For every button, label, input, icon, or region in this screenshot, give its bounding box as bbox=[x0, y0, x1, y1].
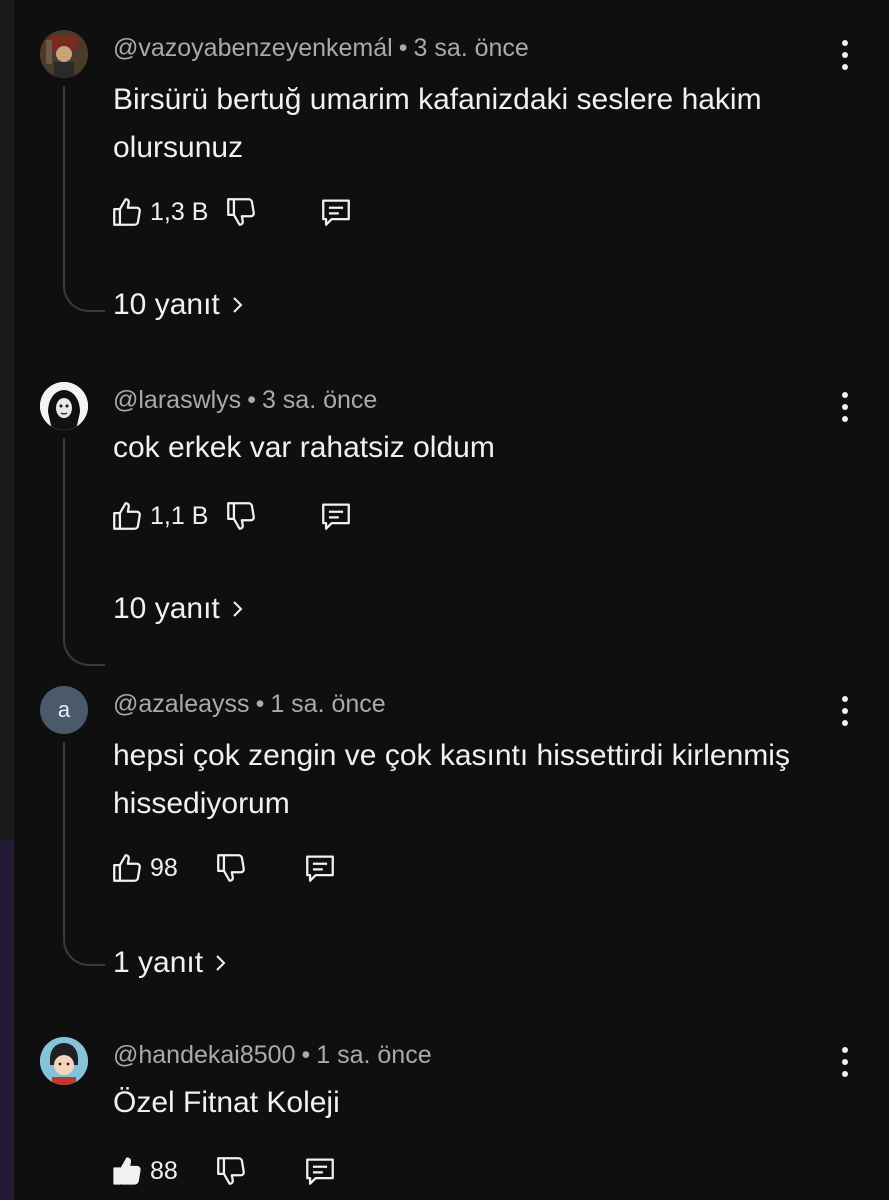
comment-meta: @azaleayss • 1 sa. önce bbox=[113, 690, 386, 719]
thumbs-up-filled-icon bbox=[113, 1157, 141, 1185]
comment-text: Özel Fitnat Koleji bbox=[113, 1086, 340, 1119]
sketch-avatar[interactable] bbox=[40, 382, 88, 430]
letter-avatar[interactable]: a bbox=[40, 686, 88, 734]
comment-time[interactable]: 1 sa. önce bbox=[316, 1041, 431, 1069]
chevron-right-icon bbox=[216, 955, 226, 971]
replies-label: 1 yanıt bbox=[113, 946, 204, 979]
comment-text: hepsi çok zengin ve çok kasıntı hissetti… bbox=[113, 739, 790, 820]
comment-time[interactable]: 1 sa. önce bbox=[270, 690, 385, 718]
meta-separator: • bbox=[301, 1041, 311, 1069]
comment-actions: 1,1 B bbox=[110, 496, 354, 536]
like-button[interactable]: 88 bbox=[110, 1154, 178, 1188]
like-count: 88 bbox=[150, 1156, 178, 1185]
thumbs-down-icon[interactable] bbox=[224, 195, 258, 229]
comment-time[interactable]: 3 sa. önce bbox=[262, 386, 377, 414]
comment-author[interactable]: @laraswlys bbox=[113, 386, 241, 414]
like-count: 1,1 B bbox=[150, 501, 209, 530]
more-vertical-icon[interactable] bbox=[839, 694, 851, 728]
thumbs-down-icon[interactable] bbox=[214, 851, 248, 885]
meta-separator: • bbox=[398, 34, 408, 62]
like-button[interactable]: 98 bbox=[110, 851, 178, 885]
comment-text: Birsürü bertuğ umarim kafanizdaki sesler… bbox=[113, 83, 762, 164]
more-vertical-icon[interactable] bbox=[839, 1045, 851, 1079]
comment-actions: 88 bbox=[110, 1151, 338, 1191]
comment-author[interactable]: @vazoyabenzeyenkemál bbox=[113, 34, 393, 62]
replies-button[interactable]: 1 yanıt bbox=[113, 946, 229, 980]
replies-label: 10 yanıt bbox=[113, 288, 220, 321]
thumbs-up-icon bbox=[113, 854, 141, 882]
replies-button[interactable]: 10 yanıt bbox=[113, 288, 246, 322]
comment-actions: 98 bbox=[110, 848, 338, 888]
thread-line bbox=[63, 742, 105, 966]
like-count: 98 bbox=[150, 853, 178, 882]
left-edge-accent bbox=[0, 840, 14, 1200]
chevron-right-icon bbox=[233, 601, 243, 617]
comment-icon[interactable] bbox=[302, 851, 338, 885]
like-button[interactable]: 1,3 B bbox=[110, 195, 208, 229]
thread-line bbox=[63, 438, 105, 666]
comment-icon[interactable] bbox=[318, 499, 354, 533]
comment-icon[interactable] bbox=[302, 1154, 338, 1188]
thread-line bbox=[63, 86, 105, 312]
thumbs-up-icon bbox=[113, 198, 141, 226]
chevron-right-icon bbox=[233, 297, 243, 313]
comment-time[interactable]: 3 sa. önce bbox=[413, 34, 528, 62]
meta-separator: • bbox=[247, 386, 256, 414]
meta-separator: • bbox=[255, 690, 265, 718]
replies-button[interactable]: 10 yanıt bbox=[113, 592, 246, 626]
comment-meta: @vazoyabenzeyenkemál • 3 sa. önce bbox=[113, 34, 529, 63]
cartoon-avatar[interactable] bbox=[40, 1037, 88, 1085]
thumbs-down-icon[interactable] bbox=[214, 1154, 248, 1188]
comment-actions: 1,3 B bbox=[110, 192, 354, 232]
comment-author[interactable]: @handekai8500 bbox=[113, 1041, 295, 1069]
comment-author[interactable]: @azaleayss bbox=[113, 690, 250, 718]
comment-text: cok erkek var rahatsiz oldum bbox=[113, 431, 495, 464]
avatar-letter: a bbox=[57, 697, 71, 722]
photo-avatar[interactable] bbox=[40, 30, 88, 78]
like-count: 1,3 B bbox=[150, 197, 209, 226]
comment-meta: @handekai8500 • 1 sa. önce bbox=[113, 1041, 432, 1070]
replies-label: 10 yanıt bbox=[113, 592, 220, 625]
like-button[interactable]: 1,1 B bbox=[110, 499, 208, 533]
thumbs-up-icon bbox=[113, 502, 141, 530]
comment-icon[interactable] bbox=[318, 195, 354, 229]
comment-meta: @laraswlys • 3 sa. önce bbox=[113, 386, 377, 415]
more-vertical-icon[interactable] bbox=[839, 390, 851, 424]
more-vertical-icon[interactable] bbox=[839, 38, 851, 72]
thumbs-down-icon[interactable] bbox=[224, 499, 258, 533]
